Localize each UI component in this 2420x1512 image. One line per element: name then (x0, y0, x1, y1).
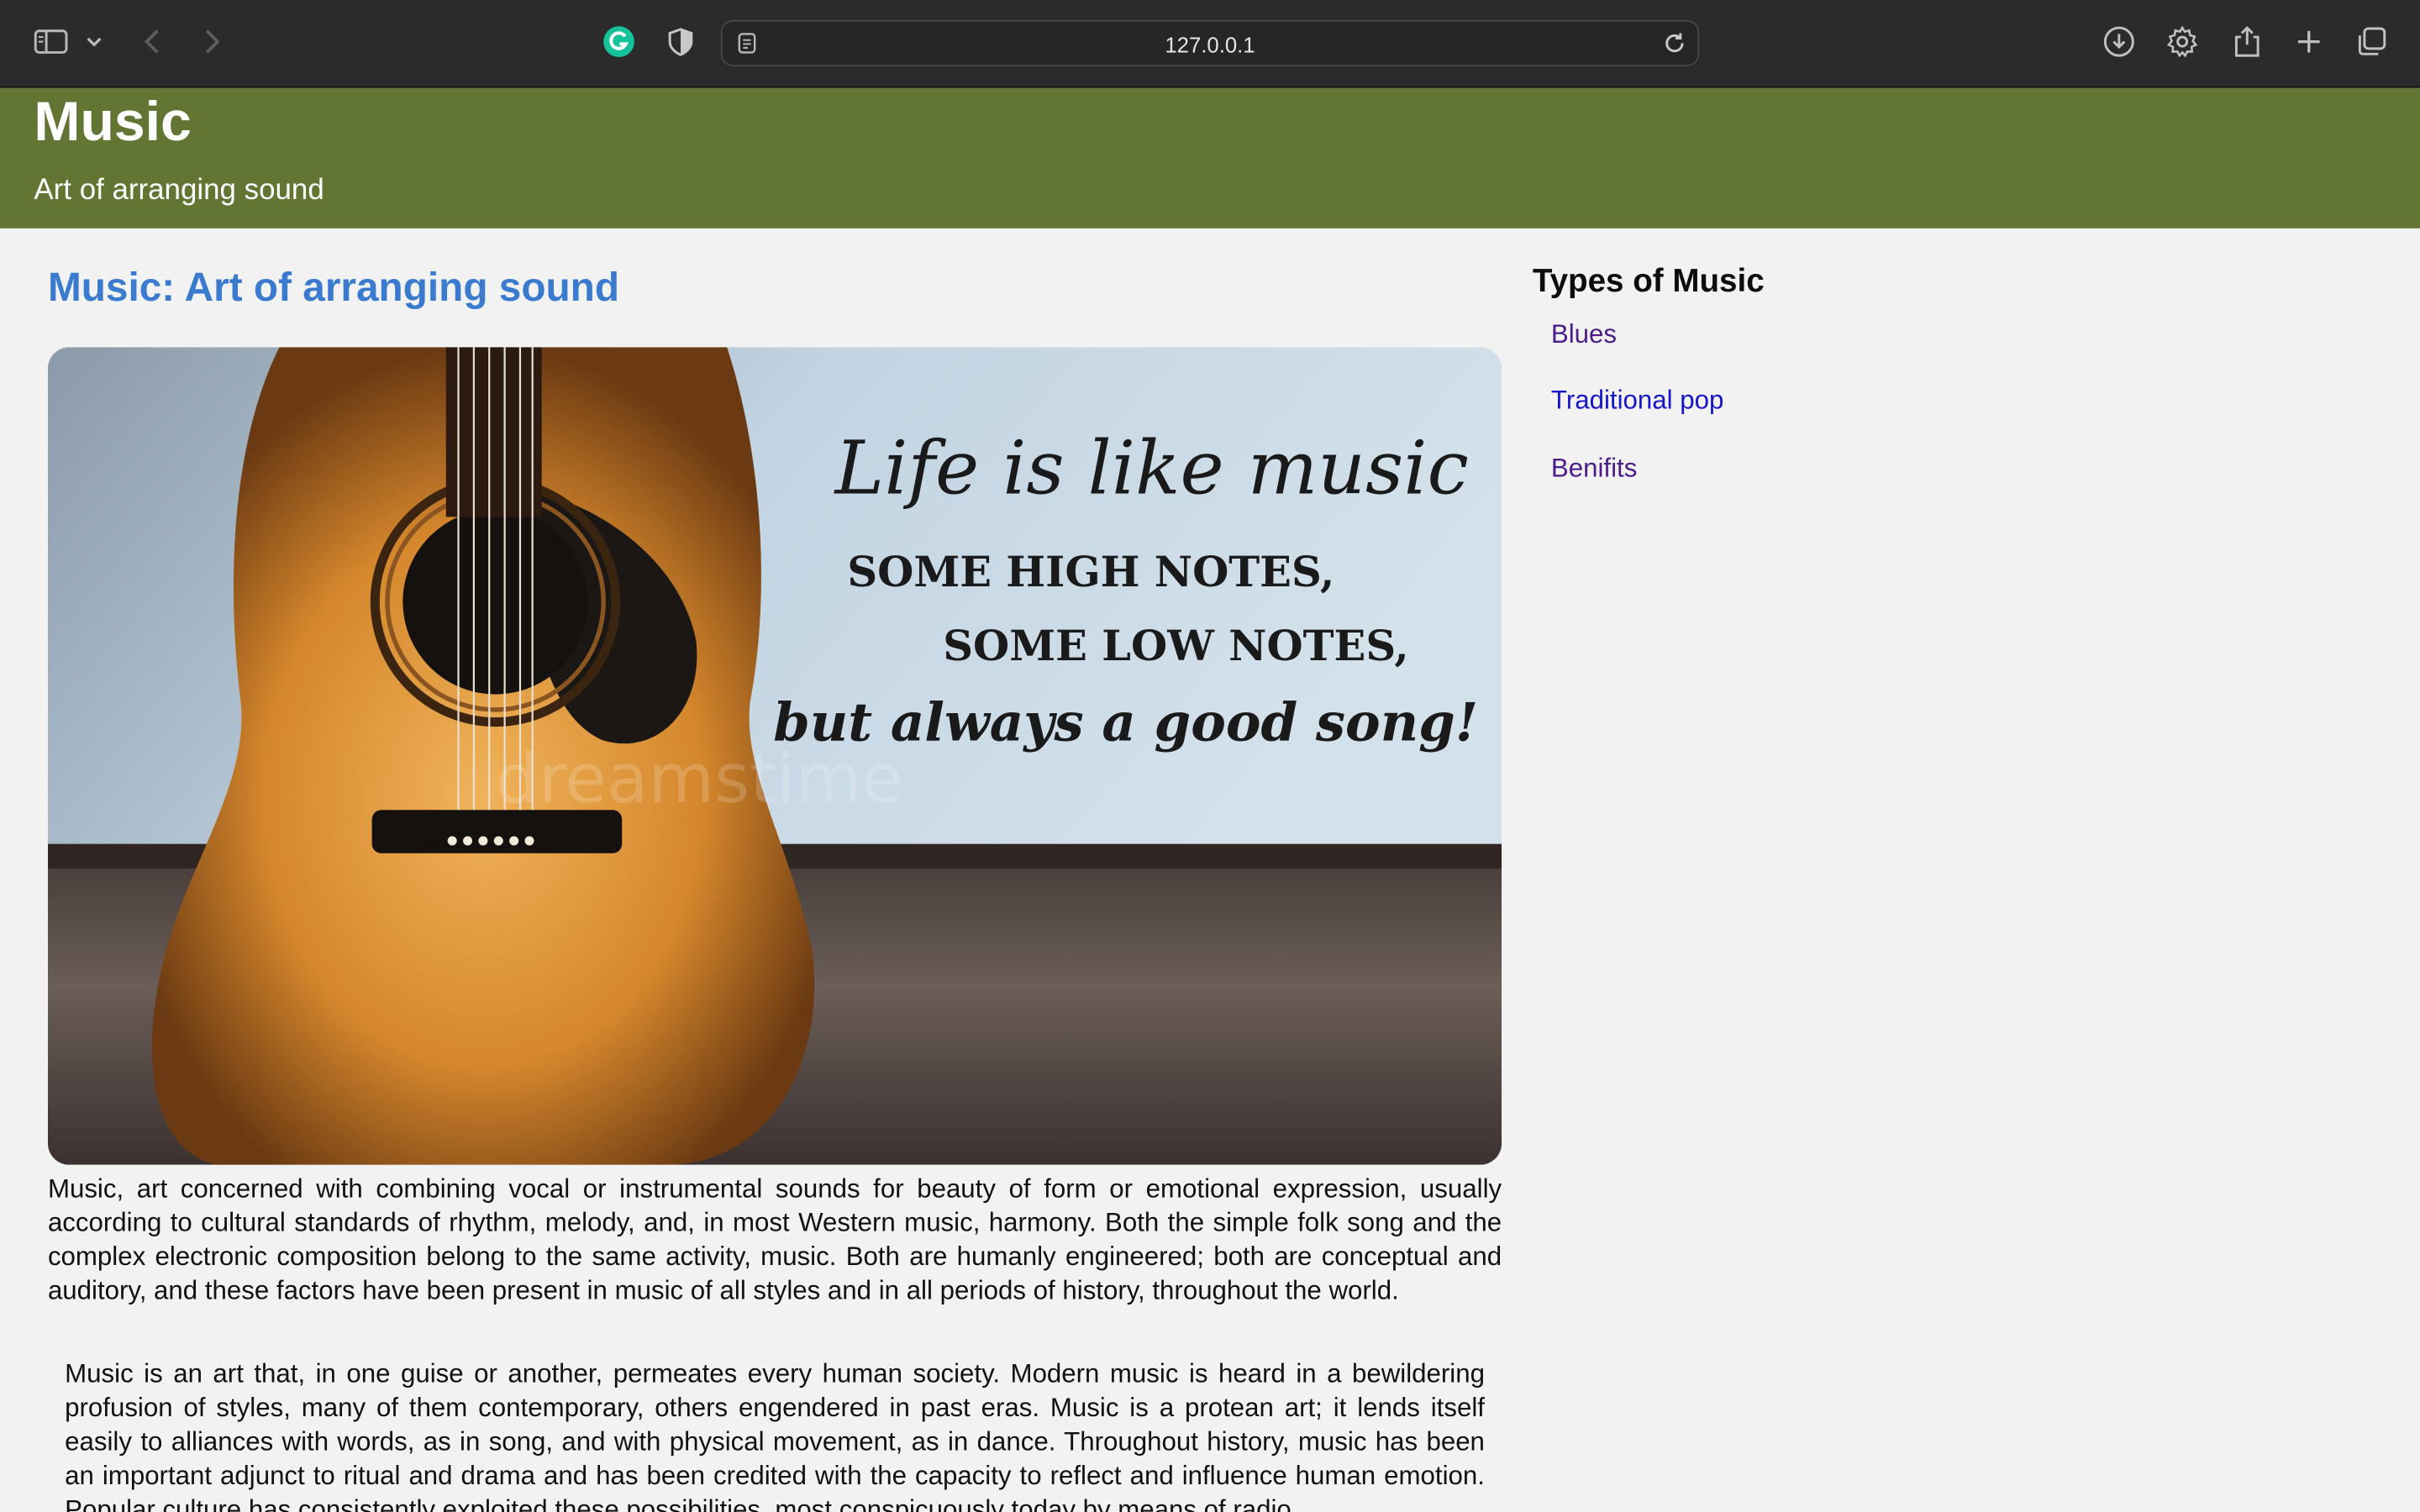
gear-icon[interactable] (2162, 22, 2202, 62)
hero-watermark: dreamstime (496, 740, 903, 819)
sidebar-link-benifits[interactable]: Benifits (1551, 454, 1637, 485)
forward-icon[interactable] (192, 22, 232, 62)
hero-quote-line2: SOME LOW NOTES, (943, 621, 1408, 670)
url-text: 127.0.0.1 (1165, 32, 1255, 57)
new-tab-icon[interactable] (2289, 22, 2329, 62)
page-title: Music: Art of arranging sound (47, 264, 620, 311)
site-subtitle: Art of arranging sound (34, 174, 324, 207)
privacy-shield-icon[interactable] (660, 22, 701, 62)
hero-quote-script: Life is like music (834, 425, 1469, 512)
share-icon[interactable] (2227, 22, 2267, 62)
intro-paragraph: Music, art concerned with combining voca… (47, 1173, 1502, 1305)
reload-icon[interactable] (1660, 29, 1688, 65)
back-icon[interactable] (133, 22, 173, 62)
sidebar-link-traditional-pop[interactable]: Traditional pop (1551, 386, 1723, 417)
grammarly-icon[interactable] (599, 22, 639, 62)
sidebar-toggle-icon[interactable] (31, 22, 71, 62)
site-title: Music (34, 89, 192, 153)
sidebar-link-blues[interactable]: Blues (1551, 319, 1617, 350)
browser-toolbar: 127.0.0.1 (0, 0, 2420, 88)
downloads-icon[interactable] (2099, 22, 2139, 62)
hero-image: Life is like music SOME HIGH NOTES, SOME… (47, 347, 1502, 1165)
body-paragraph: Music is an art that, in one guise or an… (65, 1359, 1485, 1512)
address-bar[interactable]: 127.0.0.1 (720, 19, 1700, 66)
site-header: Music Art of arranging sound (0, 87, 2420, 228)
tab-overview-icon[interactable] (2352, 22, 2392, 62)
sidebar-title: Types of Music (1532, 264, 1765, 300)
hero-quote-line1: SOME HIGH NOTES, (847, 547, 1334, 596)
chevron-down-icon[interactable] (77, 22, 111, 62)
